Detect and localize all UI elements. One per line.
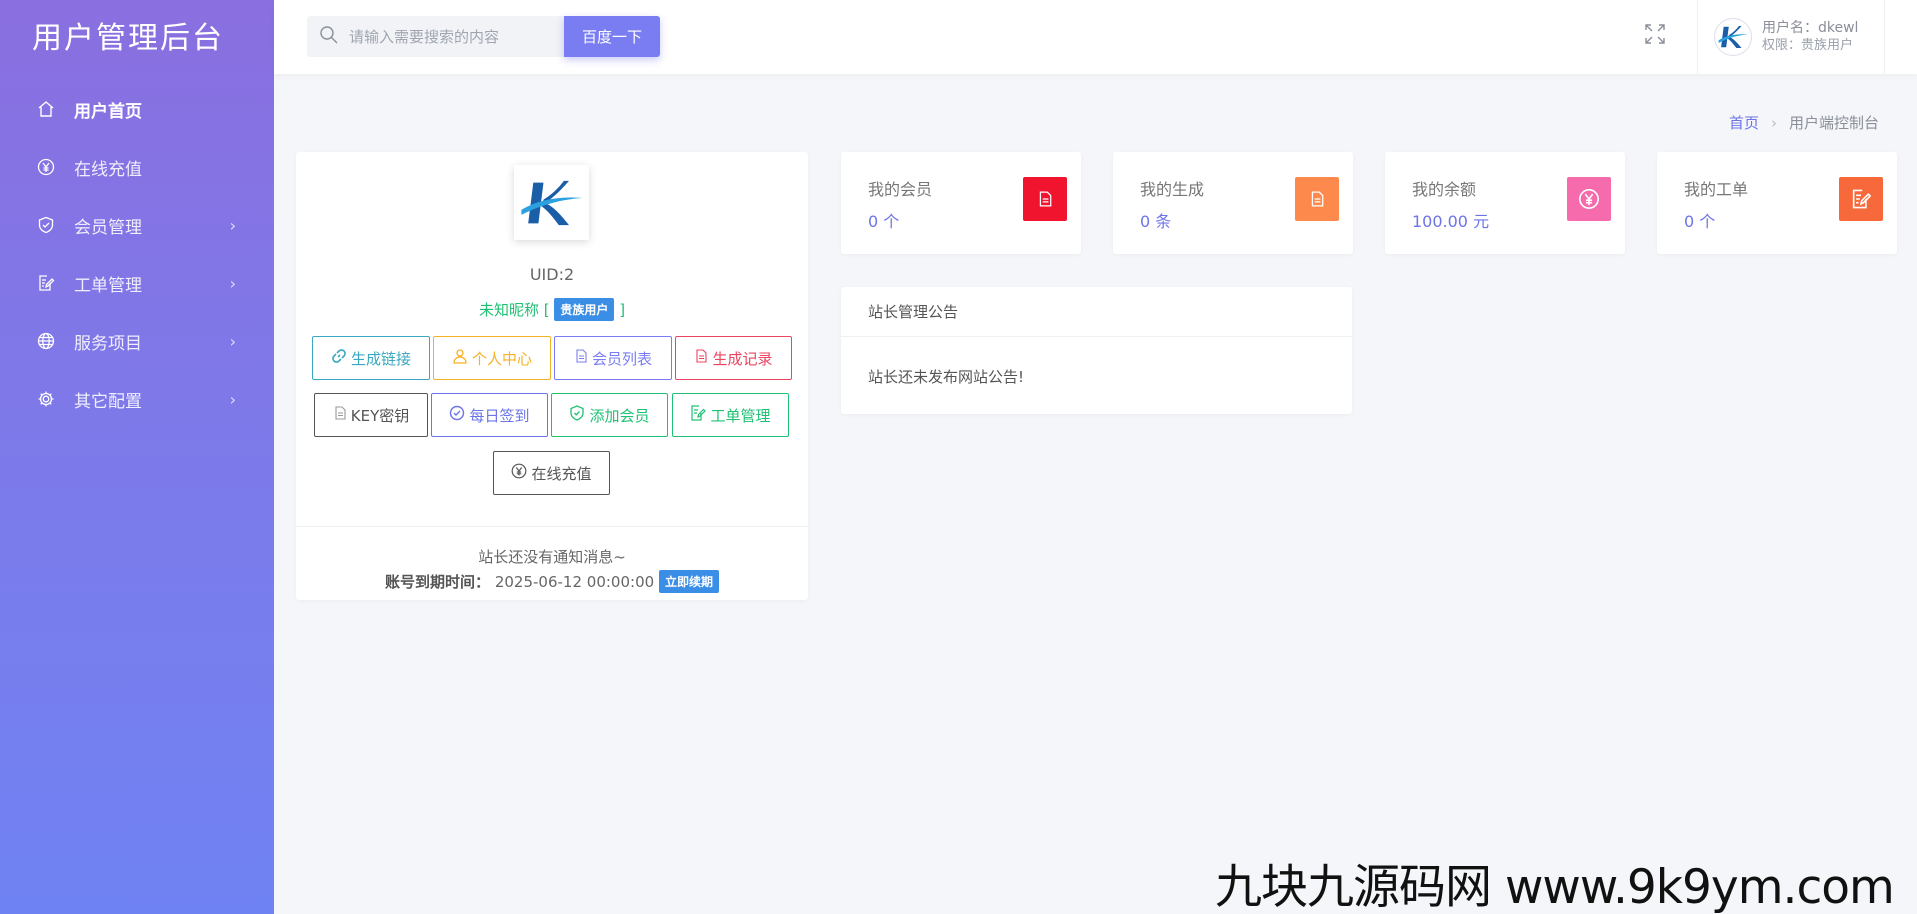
generate-records-button[interactable]: 生成记录	[675, 336, 792, 380]
nickname-line: 未知昵称 [ 贵族用户 ]	[296, 298, 808, 321]
ticket-management-button[interactable]: 工单管理	[672, 393, 789, 437]
announcement-title: 站长管理公告	[841, 287, 1352, 337]
bracket-close: ]	[619, 301, 626, 319]
stat-label: 我的生成	[1140, 180, 1205, 199]
divider	[296, 526, 808, 527]
chevron-right-icon: ›	[229, 389, 236, 409]
announcement-card: 站长管理公告 站长还未发布网站公告!	[841, 287, 1352, 414]
sidebar: 用户管理后台 用户首页 在线充值 会员管理 › 工单管理 › 服务项目 › 其它…	[0, 0, 274, 914]
stat-value: 0 个	[868, 212, 900, 231]
sidebar-item-label: 会员管理	[74, 217, 142, 238]
sidebar-item-label: 服务项目	[74, 333, 142, 354]
expire-label: 账号到期时间：	[385, 573, 491, 591]
sidebar-item-home[interactable]: 用户首页	[0, 80, 274, 138]
sidebar-item-settings[interactable]: 其它配置 ›	[0, 370, 274, 428]
renew-button[interactable]: 立即续期	[658, 570, 719, 593]
doc-icon	[694, 349, 708, 367]
search-input[interactable]	[349, 27, 549, 46]
user-uid: UID:2	[529, 265, 575, 284]
check-circle-icon	[449, 405, 465, 425]
expire-line: 账号到期时间： 2025-06-12 00:00:00 立即续期	[296, 570, 808, 593]
key-secret-button[interactable]: KEY密钥	[314, 393, 428, 437]
sidebar-item-label: 在线充值	[74, 159, 142, 180]
user-icon	[452, 348, 468, 368]
add-member-button[interactable]: 添加会员	[551, 393, 668, 437]
gear-icon	[36, 389, 56, 409]
shield-check-icon	[569, 405, 585, 425]
sidebar-item-members[interactable]: 会员管理 ›	[0, 196, 274, 254]
chevron-right-icon: ›	[229, 331, 236, 351]
topbar: 百度一下 用户名：dkewl 权限：贵族用户	[274, 0, 1917, 74]
stat-value: 0 条	[1140, 212, 1172, 231]
member-list-button[interactable]: 会员列表	[554, 336, 672, 380]
online-recharge-button[interactable]: 在线充值	[493, 451, 610, 495]
sidebar-item-label: 工单管理	[74, 275, 142, 296]
brand-title: 用户管理后台	[32, 21, 224, 56]
stat-label: 我的余额	[1412, 180, 1477, 199]
daily-checkin-button[interactable]: 每日签到	[431, 393, 548, 437]
stat-value: 0 个	[1684, 212, 1716, 231]
edit-doc-icon	[36, 273, 56, 293]
stat-card-tickets[interactable]: 我的工单 0 个	[1657, 152, 1897, 254]
doc-icon	[1023, 177, 1067, 221]
stat-label: 我的工单	[1684, 180, 1749, 199]
sidebar-item-recharge[interactable]: 在线充值	[0, 138, 274, 196]
stat-value: 100.00 元	[1412, 212, 1490, 231]
profile-card: UID:2 未知昵称 [ 贵族用户 ] 生成链接 个人中心 会员列表 生成记录 …	[296, 152, 808, 600]
doc-icon	[1295, 177, 1339, 221]
user-role: 权限：贵族用户	[1762, 38, 1854, 53]
search-icon	[319, 25, 339, 49]
search-box	[307, 16, 565, 57]
chevron-right-icon: ›	[229, 273, 236, 293]
breadcrumb-home[interactable]: 首页	[1729, 112, 1759, 133]
avatar	[1714, 18, 1752, 56]
sidebar-item-label: 其它配置	[74, 391, 142, 412]
edit-doc-icon	[1839, 177, 1883, 221]
breadcrumb: 首页 › 用户端控制台	[1729, 112, 1879, 133]
watermark-text: 九块九源码网 www.9k9ym.com	[1215, 860, 1895, 914]
home-icon	[36, 99, 56, 119]
doc-icon	[574, 349, 588, 367]
yen-circle-icon	[511, 463, 527, 483]
sidebar-item-label: 用户首页	[74, 101, 142, 122]
edit-doc-icon	[690, 405, 707, 425]
search-button[interactable]: 百度一下	[564, 16, 660, 57]
sidebar-item-services[interactable]: 服务项目 ›	[0, 312, 274, 370]
user-panel[interactable]: 用户名：dkewl 权限：贵族用户	[1697, 0, 1885, 74]
link-icon	[331, 348, 347, 368]
doc-icon	[333, 406, 347, 424]
stat-card-members[interactable]: 我的会员 0 个	[841, 152, 1081, 254]
chevron-right-icon: ›	[229, 215, 236, 235]
role-badge: 贵族用户	[554, 298, 615, 321]
generate-link-button[interactable]: 生成链接	[312, 336, 430, 380]
sidebar-item-tickets[interactable]: 工单管理 ›	[0, 254, 274, 312]
announcement-body: 站长还未发布网站公告!	[868, 368, 1025, 386]
yen-circle-icon	[1567, 177, 1611, 221]
stat-label: 我的会员	[868, 180, 933, 199]
stat-card-generated[interactable]: 我的生成 0 条	[1113, 152, 1353, 254]
notice-message: 站长还没有通知消息~	[478, 548, 626, 566]
expire-value: 2025-06-12 00:00:00	[494, 573, 655, 591]
breadcrumb-separator: ›	[1770, 113, 1777, 132]
profile-avatar	[514, 165, 589, 240]
stat-card-balance[interactable]: 我的余额 100.00 元	[1385, 152, 1625, 254]
personal-center-button[interactable]: 个人中心	[433, 336, 551, 380]
fullscreen-icon[interactable]	[1644, 23, 1670, 49]
shield-check-icon	[36, 215, 56, 235]
breadcrumb-current: 用户端控制台	[1788, 114, 1879, 132]
bracket-open: [	[543, 301, 550, 319]
sidebar-menu: 用户首页 在线充值 会员管理 › 工单管理 › 服务项目 › 其它配置 ›	[0, 80, 274, 428]
nickname: 未知昵称	[478, 301, 539, 319]
user-name: 用户名：dkewl	[1762, 20, 1859, 36]
globe-icon	[36, 331, 56, 351]
yen-circle-icon	[36, 157, 56, 177]
